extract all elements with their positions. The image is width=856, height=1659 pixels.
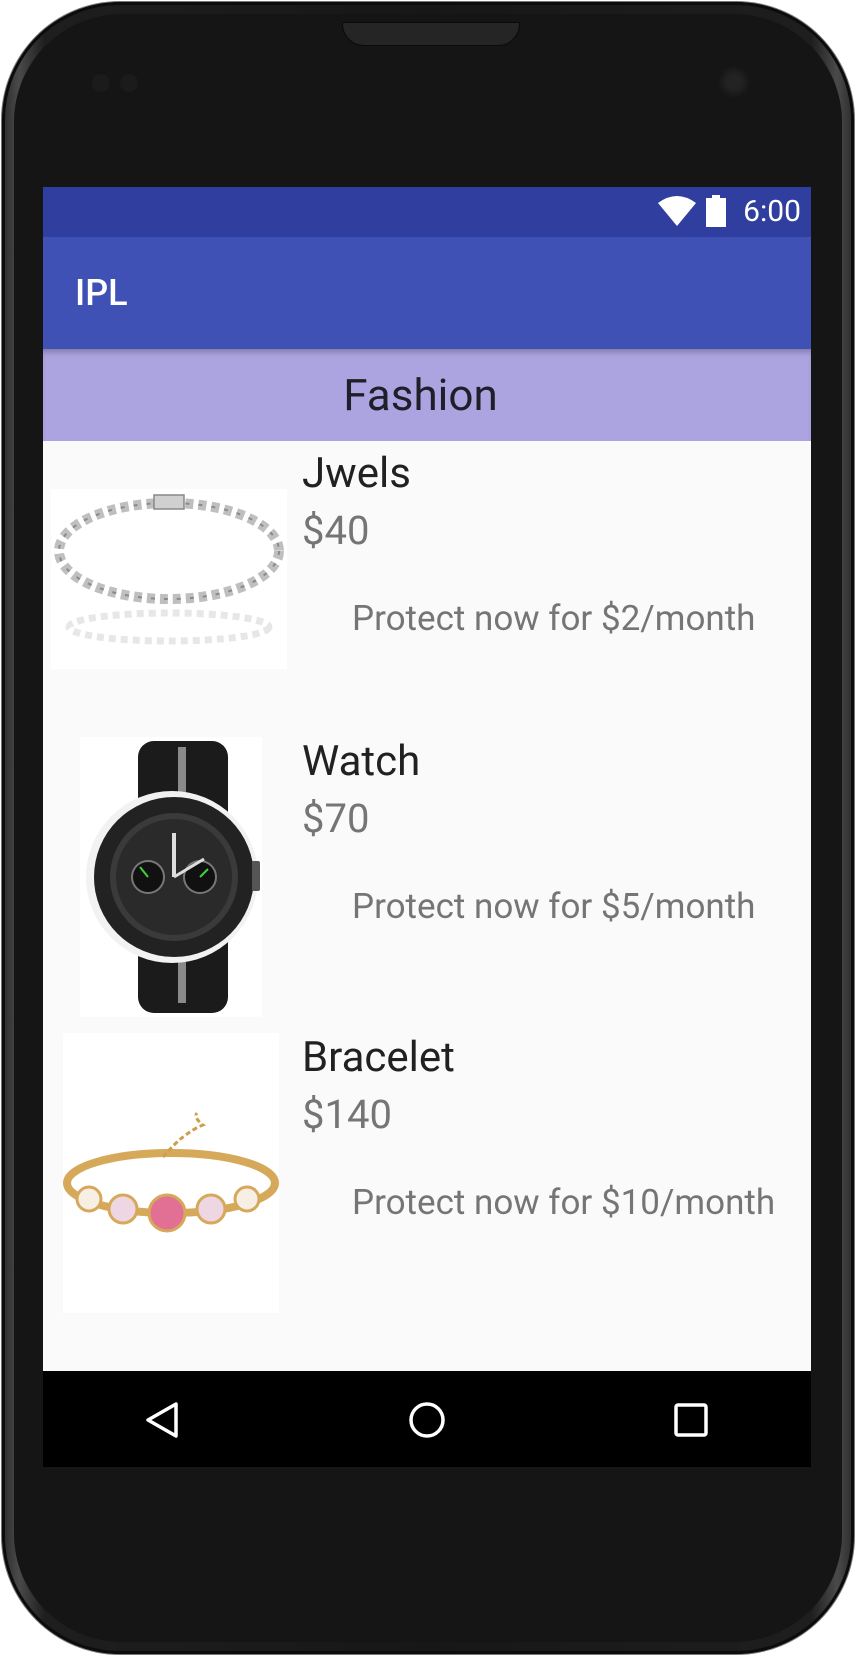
product-price: $140 [302, 1091, 392, 1138]
product-name: Watch [302, 737, 421, 786]
product-image-silver-bracelet[interactable] [51, 489, 287, 669]
category-header: Fashion [43, 349, 811, 441]
category-title: Fashion [343, 369, 498, 421]
product-image-gold-heart-bracelet[interactable] [63, 1033, 279, 1313]
app-title: IPL [75, 272, 128, 314]
gold-heart-bracelet-image [63, 1033, 279, 1313]
product-price: $40 [302, 507, 370, 554]
wifi-icon [658, 196, 696, 226]
navigation-bar [43, 1371, 811, 1467]
app-bar: IPL [43, 237, 811, 349]
status-time: 6:00 [743, 194, 801, 229]
back-icon[interactable] [142, 1400, 182, 1440]
protect-link[interactable]: Protect now for $10/month [352, 1181, 775, 1225]
product-name: Jwels [302, 449, 411, 498]
wrist-watch-image [80, 737, 262, 1017]
product-item[interactable]: Watch $70 Protect now for $5/month [43, 737, 811, 1033]
protect-link[interactable]: Protect now for $2/month [352, 597, 755, 641]
product-name: Bracelet [302, 1033, 455, 1082]
silver-bracelet-image [51, 489, 287, 669]
product-price: $70 [302, 795, 370, 842]
product-item[interactable]: Bracelet $140 Protect now for $10/month [43, 1033, 811, 1329]
proximity-sensor [92, 74, 110, 92]
recents-icon[interactable] [673, 1402, 709, 1438]
status-bar: 6:00 [43, 187, 811, 237]
battery-icon [706, 195, 726, 227]
product-item[interactable]: Jwels $40 Protect now for $2/month [43, 441, 811, 737]
protect-link[interactable]: Protect now for $5/month [352, 885, 755, 929]
front-camera [718, 66, 750, 98]
home-icon[interactable] [407, 1400, 447, 1440]
light-sensor [120, 74, 138, 92]
earpiece-speaker [342, 22, 520, 46]
device-screen: 6:00 IPL Fashion Jwels $40 Protect now f… [43, 187, 811, 1467]
product-image-wrist-watch[interactable] [80, 737, 262, 1017]
